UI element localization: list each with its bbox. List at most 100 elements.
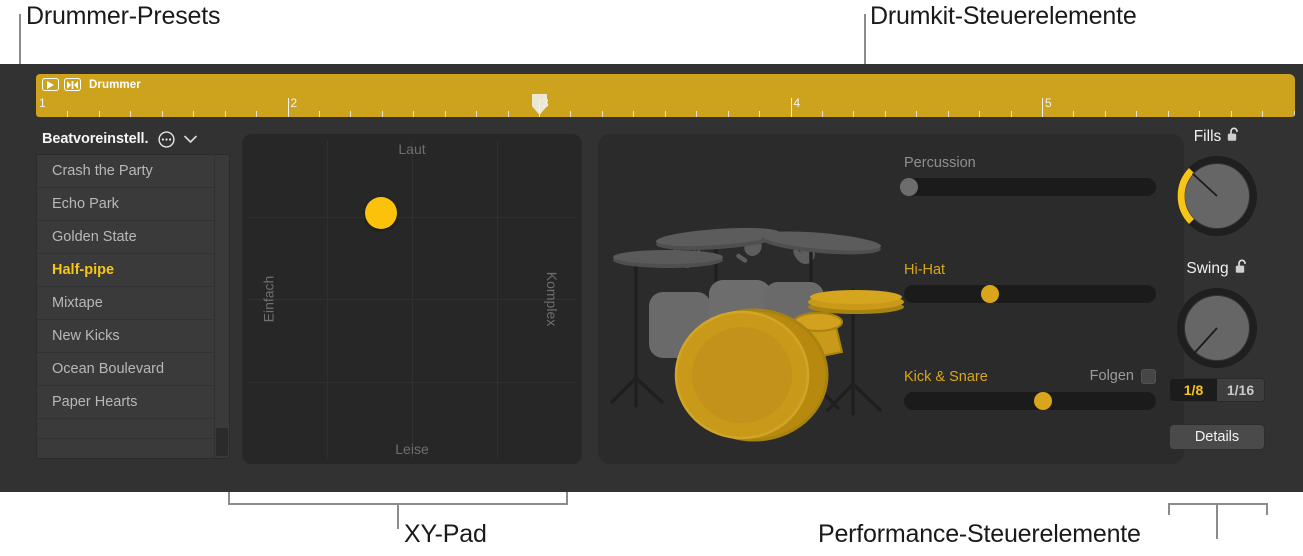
ruler-tick: [916, 111, 918, 117]
xy-label-loud: Laut: [398, 141, 426, 157]
annotation-label-performance: Performance-Steuerelemente: [818, 520, 1141, 548]
ruler-tick: [350, 111, 352, 117]
annotation-bracket-xypad-left: [228, 492, 230, 504]
ruler-tick: [947, 111, 949, 117]
swing-knob[interactable]: [1175, 286, 1259, 370]
ruler-tick: [664, 111, 666, 117]
follow-control[interactable]: Folgen: [1090, 368, 1156, 384]
ruler-tick: [821, 111, 823, 117]
slider-knob-kick-snare[interactable]: [1033, 392, 1052, 410]
slider-percussion: Percussion: [900, 154, 1156, 196]
slider-track-kick-snare[interactable]: [904, 392, 1156, 410]
ruler-bar-number: 2: [290, 96, 298, 110]
slider-kick-snare: Kick & Snare Folgen: [904, 368, 1156, 410]
xy-label-simple: Einfach: [260, 275, 277, 323]
drummer-presets-panel: Beatvoreinstell. Crash the Party Echo Pa…: [22, 126, 230, 466]
preset-scrollbar-thumb[interactable]: [216, 428, 228, 456]
ruler-tick: [570, 111, 572, 117]
preset-list-item[interactable]: Ocean Boulevard: [37, 353, 214, 386]
ruler-bar-line: [790, 98, 792, 117]
annotation-label-drumkit: Drumkit-Steuerelemente: [870, 2, 1137, 30]
swing-header: Swing: [1159, 258, 1275, 280]
preset-scrollbar[interactable]: [214, 155, 229, 458]
ruler-tick: [601, 111, 603, 117]
preset-list-container: Crash the Party Echo Park Golden State Half…: [36, 154, 230, 459]
unlocked-icon[interactable]: [1227, 127, 1240, 147]
preset-list-item[interactable]: Paper Hearts: [37, 386, 214, 419]
ruler-tick: [1293, 111, 1295, 117]
ruler-tick: [979, 111, 981, 117]
ellipsis-circle-icon[interactable]: [158, 130, 175, 148]
ruler-tick: [1073, 111, 1075, 117]
ruler-tick: [161, 111, 163, 117]
slider-label-hihat: Hi-Hat: [904, 262, 946, 278]
preset-list[interactable]: Crash the Party Echo Park Golden State Half…: [37, 155, 214, 458]
ruler-tick: [853, 111, 855, 117]
fills-label: Fills: [1193, 128, 1222, 145]
drummer-region[interactable]: Drummer 1 2 3 4 5: [36, 74, 1295, 117]
preset-list-item-empty: [37, 419, 214, 439]
drumkit-illustration[interactable]: [606, 140, 916, 458]
play-icon[interactable]: [42, 78, 59, 91]
chevron-down-icon[interactable]: [184, 135, 198, 144]
preset-list-item[interactable]: Echo Park: [37, 188, 214, 221]
xy-pad[interactable]: Laut Leise Einfach Komplex: [242, 134, 582, 464]
ruler-tick: [1010, 111, 1012, 117]
preset-header[interactable]: Beatvoreinstell.: [22, 126, 230, 152]
ruler-bar-number: 1: [39, 96, 46, 110]
ruler-tick: [1230, 111, 1232, 117]
annotation-stem-xypad: [397, 503, 399, 529]
fills-knob[interactable]: [1175, 154, 1259, 238]
drumkit-controls-panel: Percussion Hi-Hat Kick & Snare Folgen: [598, 134, 1184, 464]
ruler-tick: [193, 111, 195, 117]
slider-track-hihat[interactable]: [904, 285, 1156, 303]
swing-division-segmented-control[interactable]: 1/8 1/16: [1169, 378, 1265, 402]
slider-knob-percussion[interactable]: [900, 178, 919, 196]
slider-label-percussion: Percussion: [904, 155, 976, 171]
preset-list-item[interactable]: New Kicks: [37, 320, 214, 353]
ruler-tick: [1136, 111, 1138, 117]
ruler-tick: [381, 111, 383, 117]
ruler-tick: [1167, 111, 1169, 117]
preset-list-item[interactable]: Mixtape: [37, 287, 214, 320]
cycle-icon[interactable]: [64, 78, 81, 91]
slider-track-percussion[interactable]: [900, 178, 1156, 196]
ruler-tick: [884, 111, 886, 117]
drummer-plugin-window: Drummer 12345 Beatvoreinstell. Crash the…: [0, 64, 1303, 492]
ruler-bar-line: [539, 98, 540, 117]
follow-checkbox[interactable]: [1141, 368, 1156, 384]
ruler-bar-line: [1042, 98, 1043, 117]
preset-list-item-empty: [37, 439, 214, 458]
ruler-bar-line: [287, 98, 289, 117]
details-button[interactable]: Details: [1169, 424, 1265, 450]
ruler-tick: [696, 111, 698, 117]
annotation-bracket-performance-right: [1266, 503, 1268, 515]
annotation-label-xypad: XY-Pad: [404, 520, 487, 548]
preset-list-item[interactable]: Half-pipe: [37, 254, 214, 287]
ruler-tick: [413, 111, 415, 117]
ruler-tick: [130, 111, 132, 117]
ruler-bar-number: 5: [1045, 96, 1052, 110]
ruler-tick: [507, 111, 509, 117]
timeline-ruler[interactable]: 1 2 3 4 5: [36, 91, 1295, 117]
ruler-tick: [476, 111, 478, 117]
follow-label: Folgen: [1089, 368, 1134, 384]
xy-pad-grid: [242, 134, 582, 464]
ruler-tick: [1262, 111, 1264, 117]
swing-division-1-16[interactable]: 1/16: [1217, 379, 1264, 401]
ruler-tick: [727, 111, 729, 117]
preset-list-item[interactable]: Crash the Party: [37, 155, 214, 188]
unlocked-icon[interactable]: [1235, 259, 1248, 279]
swing-division-1-8[interactable]: 1/8: [1170, 379, 1217, 401]
ruler-tick: [67, 111, 69, 117]
preset-header-label: Beatvoreinstell.: [42, 131, 149, 147]
ruler-tick: [1199, 111, 1201, 117]
annotation-bracket-xypad-right: [566, 492, 568, 504]
preset-list-item[interactable]: Golden State: [37, 221, 214, 254]
annotation-bracket-performance: [1168, 503, 1268, 505]
ruler-tick: [444, 111, 446, 117]
ruler-tick: [1104, 111, 1106, 117]
region-name-label: Drummer: [89, 78, 141, 91]
ruler-tick: [256, 111, 258, 117]
slider-knob-hihat[interactable]: [980, 285, 999, 303]
